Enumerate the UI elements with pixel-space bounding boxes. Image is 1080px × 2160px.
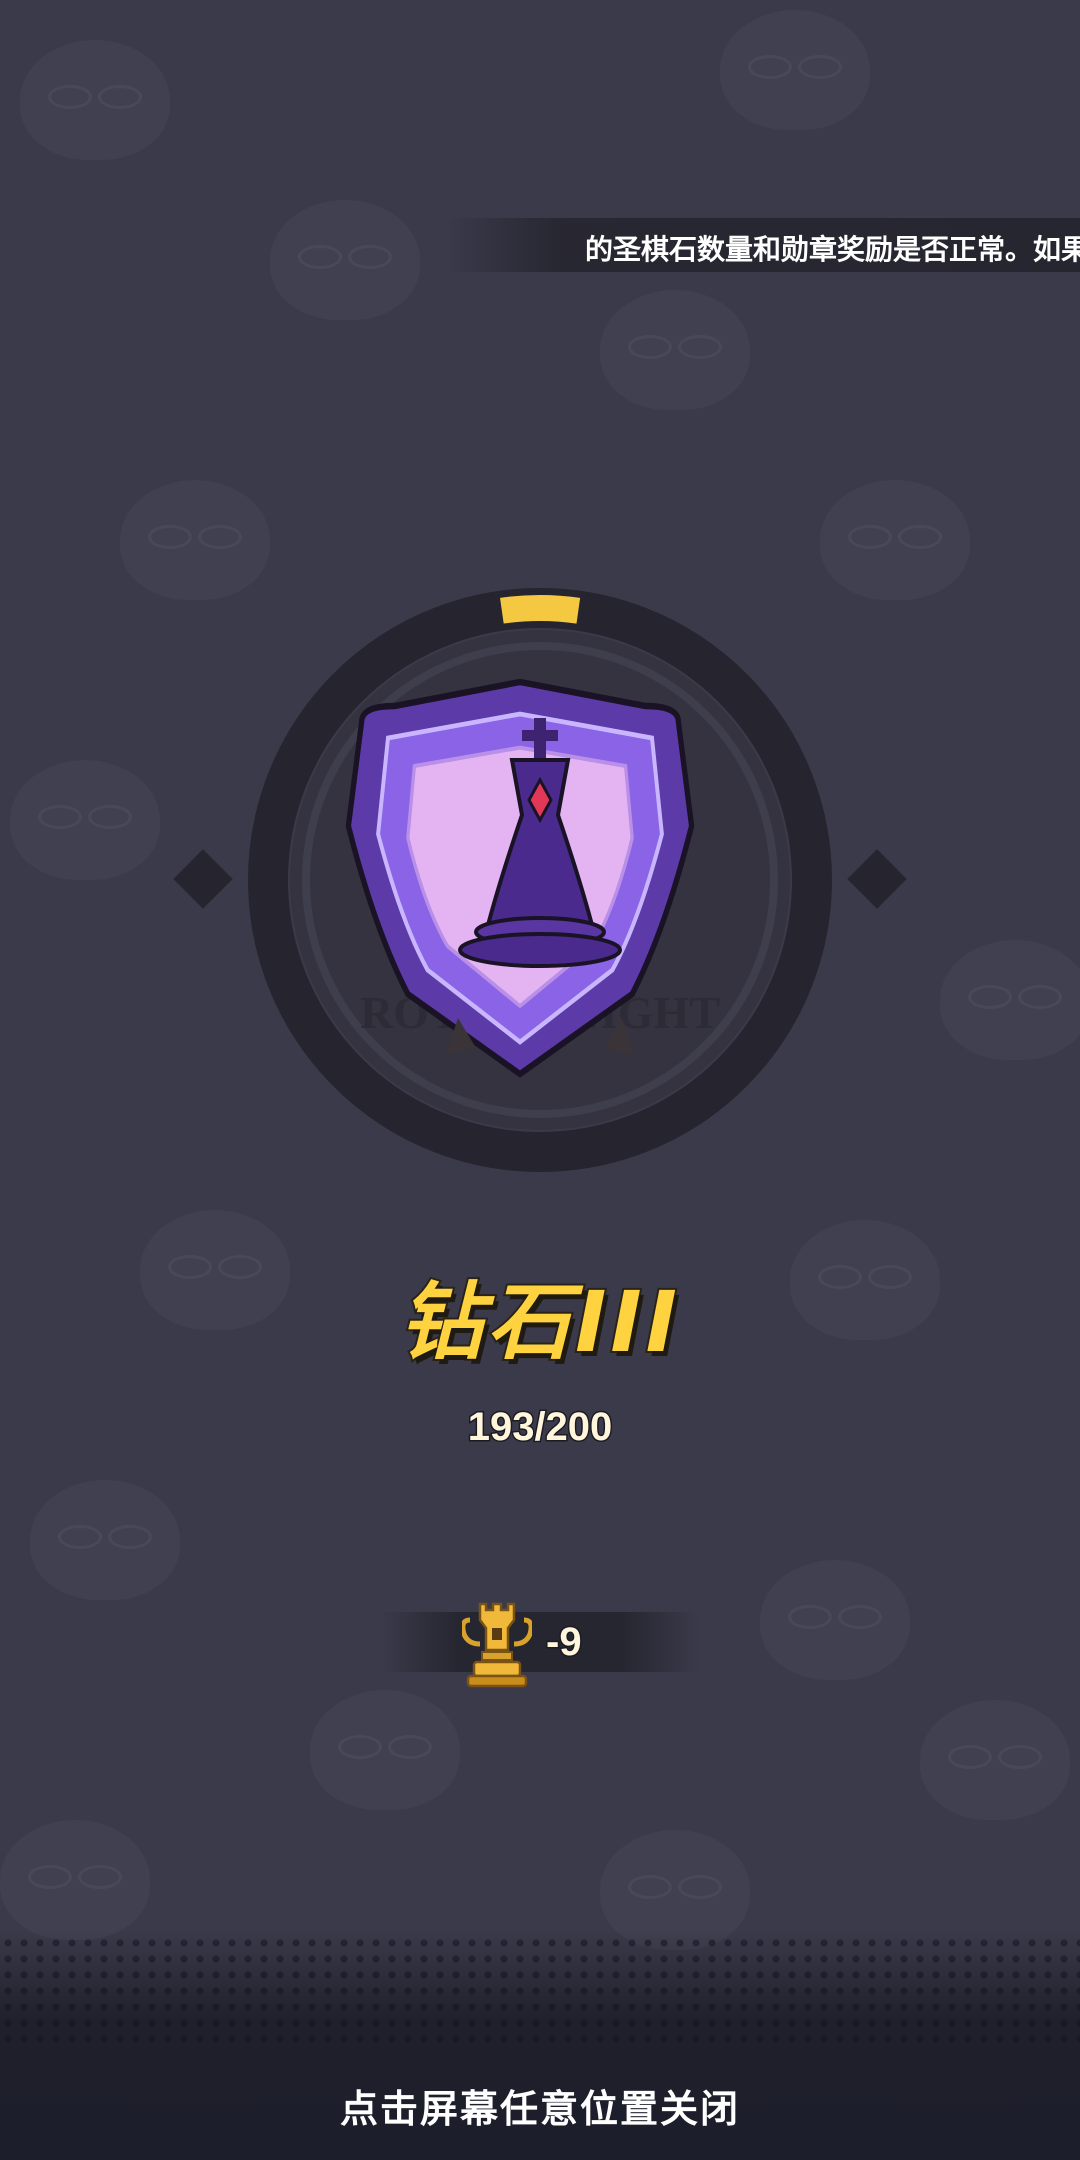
bottom-dot-pattern — [0, 1935, 1080, 2045]
rook-trophy-icon — [460, 1598, 534, 1688]
trophy-change-bar — [380, 1612, 700, 1672]
rank-name: 钻石III — [397, 1271, 681, 1373]
notice-ticker-text: 的圣棋石数量和勋章奖励是否正常。如果 — [585, 233, 1080, 266]
notice-ticker: 的圣棋石数量和勋章奖励是否正常。如果 — [445, 218, 1080, 272]
close-hint-label[interactable]: 点击屏幕任意位置关闭 — [0, 2078, 1080, 2133]
rank-points-progress: 193/200 — [466, 1404, 614, 1451]
rank-progress-ring: ROYAL KNIGHT — [240, 580, 840, 1180]
trophy-change-value: -9 — [545, 1619, 584, 1666]
